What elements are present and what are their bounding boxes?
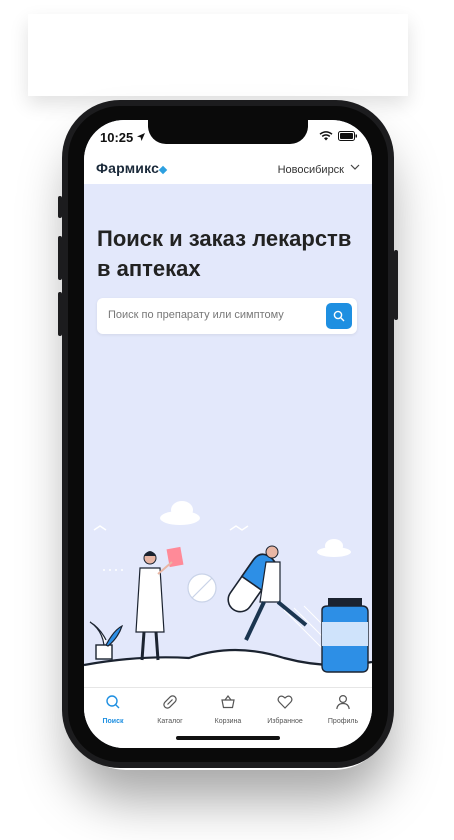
tab-cart[interactable]: Корзина	[199, 694, 257, 725]
wifi-icon	[319, 131, 333, 141]
hero-illustration	[84, 501, 372, 690]
tab-label: Избранное	[267, 718, 303, 725]
search-icon	[106, 695, 120, 709]
background-card	[28, 14, 408, 96]
home-indicator[interactable]	[176, 736, 280, 740]
cloud-icon	[160, 501, 351, 557]
pill-icon	[163, 695, 177, 709]
logo[interactable]: Фармикс	[96, 160, 168, 176]
volume-up-button	[58, 236, 62, 280]
notch	[148, 120, 308, 144]
search-icon	[333, 310, 345, 322]
city-selector[interactable]: Новосибирск	[278, 164, 344, 176]
tab-label: Поиск	[102, 718, 124, 725]
tab-label: Каталог	[157, 718, 183, 725]
bottom-tab-bar: Поиск Каталог Корзина Избранное Профиль	[84, 687, 372, 748]
battery-icon	[338, 131, 357, 141]
search-button[interactable]	[326, 303, 352, 329]
tab-label: Корзина	[214, 718, 242, 725]
basket-icon	[221, 695, 235, 709]
location-arrow-icon	[137, 133, 145, 141]
tab-profile[interactable]: Профиль	[314, 694, 372, 725]
tab-search[interactable]: Поиск	[84, 694, 142, 725]
person-icon	[336, 694, 350, 710]
tab-label: Профиль	[327, 718, 359, 725]
search-bar[interactable]: Поиск по препарату или симптому	[97, 298, 357, 334]
status-time: 10:25	[100, 130, 134, 145]
tab-favorites[interactable]: Избранное	[256, 694, 314, 725]
power-button	[394, 250, 398, 320]
search-input[interactable]: Поиск по препарату или симптому	[108, 309, 284, 321]
status-bar: 10:25	[84, 120, 372, 154]
tab-catalog[interactable]: Каталог	[141, 694, 199, 725]
hero-title: Поиск и заказ лекарств в аптеках	[97, 226, 352, 281]
logo-mark-icon	[158, 165, 168, 175]
volume-down-button	[58, 292, 62, 336]
mute-switch	[58, 196, 62, 218]
heart-icon	[277, 695, 293, 709]
chevron-down-icon[interactable]	[350, 162, 360, 172]
app-header: Фармикс Новосибирск	[84, 154, 372, 184]
phone-screen: 10:25 Фармикс Новосибирск Поиск и заказ …	[84, 120, 372, 748]
